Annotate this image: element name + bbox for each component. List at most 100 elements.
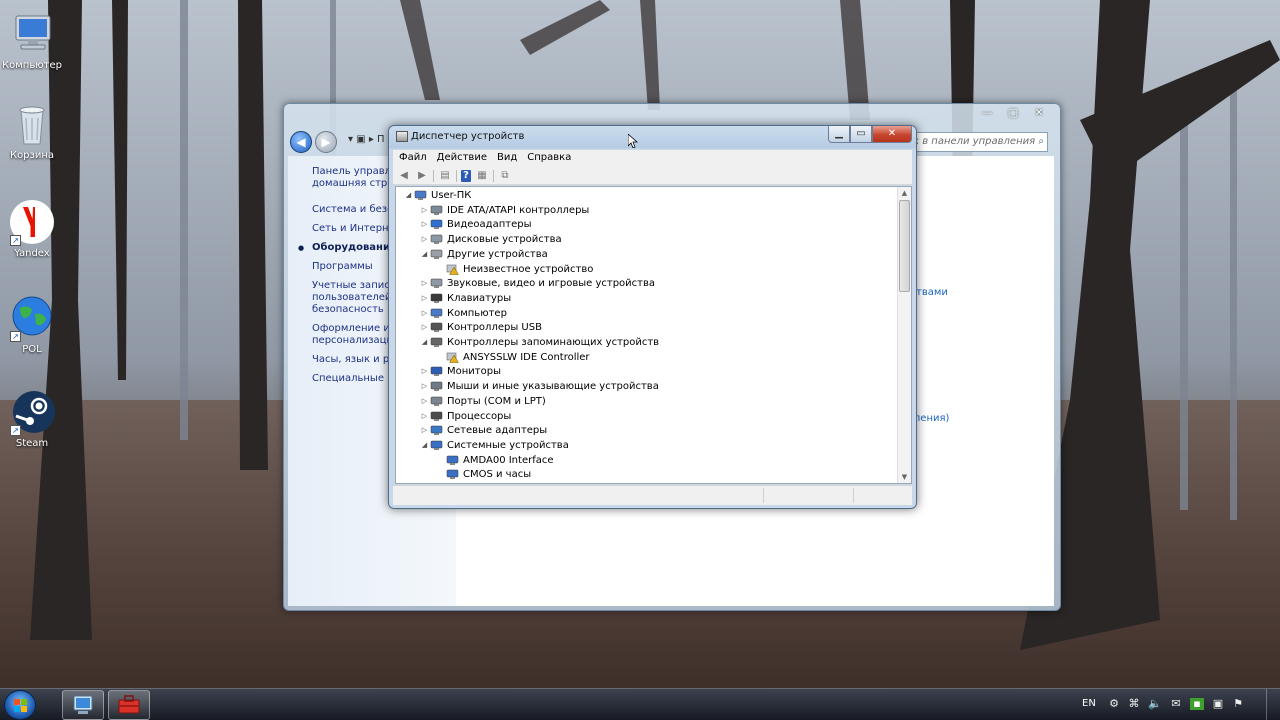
show-desktop-button[interactable]	[1266, 689, 1280, 720]
device-tree-label: Клавиатуры	[447, 292, 512, 304]
shortcut-arrow-icon: ↗	[10, 235, 21, 246]
usb-icon	[430, 322, 443, 333]
tray-remote-icon[interactable]: ▣	[1212, 698, 1224, 710]
device-tree[interactable]: ◢ User-ПК ▷ IDE ATA/ATAPI контроллеры ▷ Видео…	[395, 186, 912, 484]
desktop-icon-computer[interactable]: Компьютер	[0, 10, 64, 71]
collapsed-triangle-icon[interactable]: ▷	[420, 276, 429, 291]
collapsed-triangle-icon[interactable]: ▷	[420, 232, 429, 247]
menu-file[interactable]: Файл	[399, 150, 427, 167]
tray-hardware-icon[interactable]: ⚙	[1108, 698, 1120, 710]
device-tree-label: User-ПК	[431, 190, 472, 201]
scrollbar-thumb[interactable]	[899, 200, 910, 292]
collapsed-triangle-icon[interactable]: ▷	[420, 306, 429, 321]
device-manager-window[interactable]: Диспетчер устройств ▁ ▭ ✕ Файл Действие …	[388, 125, 917, 509]
start-button[interactable]	[4, 690, 36, 720]
windows-logo-icon	[14, 699, 27, 712]
status-bar-separator	[763, 488, 764, 503]
device-tree-label: Порты (COM и LPT)	[447, 395, 546, 407]
expanded-triangle-icon[interactable]: ◢	[420, 335, 429, 350]
ide-controller-icon	[430, 205, 443, 216]
window-title: Диспетчер устройств	[411, 131, 525, 142]
minimize-button[interactable]: ▁	[828, 126, 850, 143]
device-manager-caption-buttons: ▁ ▭ ✕	[828, 126, 912, 143]
keyboard-icon	[430, 293, 443, 304]
collapsed-triangle-icon[interactable]: ▷	[420, 364, 429, 379]
computer-icon	[8, 10, 56, 58]
help-button[interactable]: ?	[461, 169, 471, 182]
shortcut-arrow-icon: ↗	[10, 425, 21, 436]
arrow-right-icon: ▶	[418, 169, 426, 181]
other-devices-icon	[430, 249, 443, 260]
breadcrumb[interactable]: ▾ ▣ ▸ П	[348, 134, 385, 145]
desktop-icon-label: POL	[22, 344, 42, 355]
properties-button[interactable]: ▦	[475, 170, 489, 182]
taskbar-device-manager-button[interactable]	[108, 690, 150, 720]
system-tray: EN ⚙ ⌘ 🔈 ✉ ▪ ▣ ⚑	[1080, 689, 1280, 720]
show-hide-console-tree-button[interactable]: ▤	[438, 170, 452, 182]
scroll-up-arrow-icon[interactable]: ▲	[898, 187, 911, 199]
desktop-icon-recycle-bin[interactable]: Корзина	[0, 100, 64, 161]
menu-action[interactable]: Действие	[437, 150, 487, 167]
collapsed-triangle-icon[interactable]: ▷	[420, 394, 429, 409]
back-button[interactable]: ◀	[290, 131, 312, 153]
tray-action-center-icon[interactable]: ⚑	[1232, 698, 1244, 710]
close-icon: ✕	[887, 128, 897, 139]
tray-mail-icon[interactable]: ✉	[1170, 698, 1182, 710]
control-panel-search-input[interactable]: к в панели управления ⌕	[908, 132, 1048, 152]
device-tree-label: Мыши и иные указывающие устройства	[447, 381, 659, 393]
collapsed-triangle-icon[interactable]: ▷	[420, 423, 429, 438]
taskbar: EN ⚙ ⌘ 🔈 ✉ ▪ ▣ ⚑	[0, 688, 1280, 720]
recycle-bin-icon	[8, 100, 56, 148]
language-indicator[interactable]: EN	[1082, 698, 1096, 709]
minimize-button[interactable]: —	[974, 104, 1000, 122]
expanded-triangle-icon[interactable]: ◢	[420, 247, 429, 262]
expanded-triangle-icon[interactable]: ◢	[420, 438, 429, 453]
steam-icon: ↗	[8, 388, 56, 436]
maximize-button[interactable]: ▭	[850, 126, 872, 143]
system-devices-icon	[430, 440, 443, 451]
toolbar-separator	[493, 169, 494, 182]
desktop-icon-steam[interactable]: ↗ Steam	[0, 388, 64, 449]
close-button[interactable]: ✕	[1026, 104, 1052, 122]
collapsed-triangle-icon[interactable]: ▷	[420, 203, 429, 218]
toolbox-icon	[118, 695, 140, 714]
desktop-icon-yandex[interactable]: ↗ Yandex	[0, 198, 64, 259]
maximize-icon: ▭	[856, 128, 866, 139]
collapsed-triangle-icon[interactable]: ▷	[420, 409, 429, 424]
tray-network-icon[interactable]: ⌘	[1128, 698, 1140, 710]
device-tree-label: Контроллеры запоминающих устройств	[447, 337, 660, 348]
forward-button[interactable]: ▶	[315, 131, 337, 153]
control-panel-caption-buttons: — ▢ ✕	[974, 104, 1052, 122]
monitor-icon	[430, 366, 443, 377]
help-icon: ?	[463, 169, 469, 181]
device-tree-label: ANSYSSLW IDE Controller	[463, 351, 590, 363]
collapsed-triangle-icon[interactable]: ▷	[420, 320, 429, 335]
expanded-triangle-icon[interactable]: ◢	[404, 188, 413, 203]
arrow-left-icon: ◀	[400, 169, 408, 181]
menu-help[interactable]: Справка	[527, 150, 571, 167]
toolbar-separator	[433, 169, 434, 182]
forward-button[interactable]: ▶	[415, 170, 429, 182]
storage-controller-warning-icon	[446, 352, 459, 363]
collapsed-triangle-icon[interactable]: ▷	[420, 291, 429, 306]
yandex-browser-icon: ↗	[8, 198, 56, 246]
collapsed-triangle-icon[interactable]: ▷	[420, 379, 429, 394]
device-tree-label: Сетевые адаптеры	[447, 425, 548, 437]
taskbar-control-panel-button[interactable]	[62, 690, 104, 720]
port-icon	[430, 396, 443, 407]
vertical-scrollbar[interactable]: ▲ ▼	[897, 187, 911, 483]
tray-volume-icon[interactable]: 🔈	[1148, 698, 1162, 710]
system-device-icon	[446, 469, 459, 480]
tray-nvidia-icon[interactable]: ▪	[1190, 698, 1204, 710]
maximize-button[interactable]: ▢	[1000, 104, 1026, 122]
scroll-down-arrow-icon[interactable]: ▼	[898, 471, 911, 483]
desktop-icon-pol[interactable]: ↗ POL	[0, 294, 64, 355]
back-button[interactable]: ◀	[397, 170, 411, 182]
collapsed-triangle-icon[interactable]: ▷	[420, 217, 429, 232]
device-tree-label: Неизвестное устройство	[463, 263, 594, 275]
device-tree-label: CMOS и часы	[463, 469, 532, 481]
close-button[interactable]: ✕	[872, 126, 912, 143]
scan-hardware-button[interactable]: ⧉	[498, 170, 512, 182]
menu-view[interactable]: Вид	[497, 150, 517, 167]
device-tree-label: Контроллеры USB	[447, 322, 542, 334]
